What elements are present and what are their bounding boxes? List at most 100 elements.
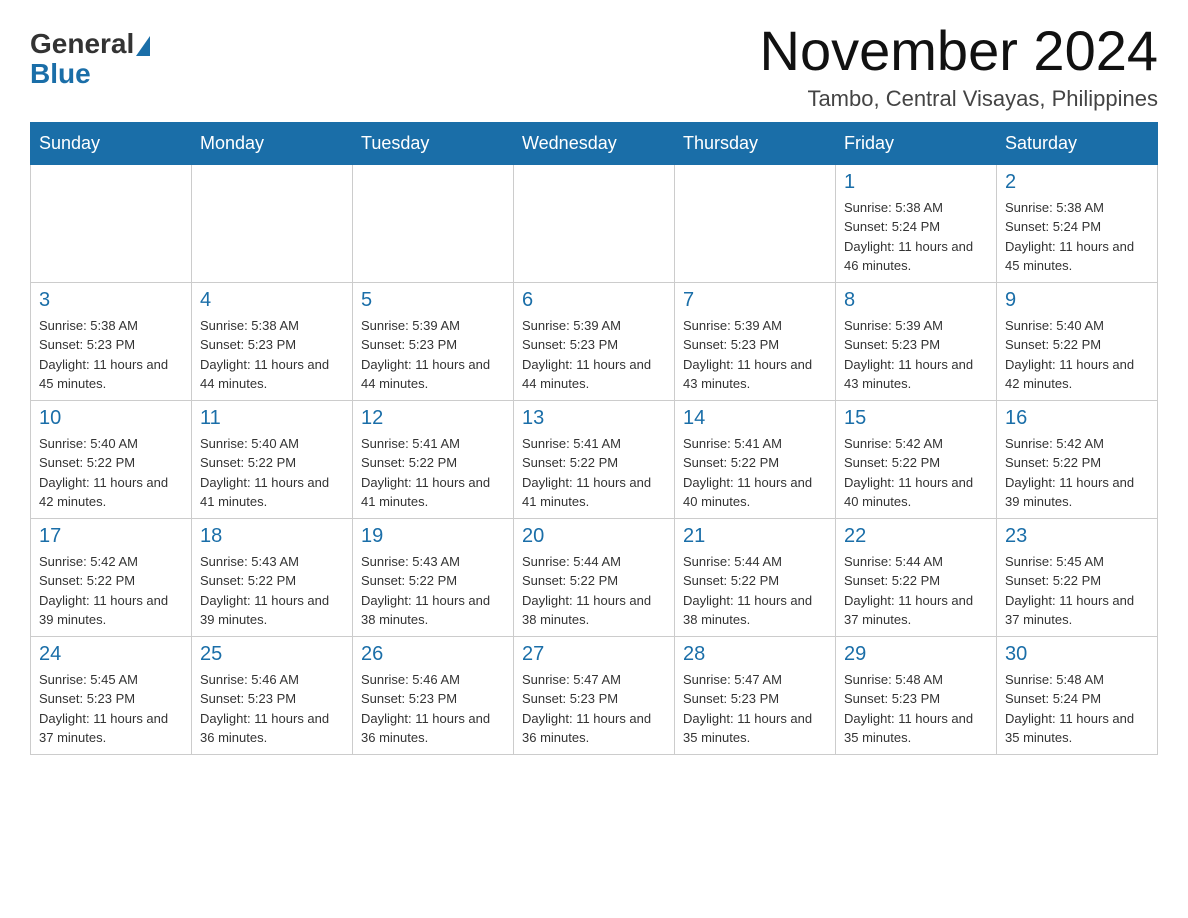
calendar-day-cell: 10 Sunrise: 5:40 AMSunset: 5:22 PMDayligh… [31,400,192,518]
calendar-day-cell: 18 Sunrise: 5:43 AMSunset: 5:22 PMDayligh… [192,518,353,636]
day-info: Sunrise: 5:46 AMSunset: 5:23 PMDaylight:… [361,670,505,748]
day-info: Sunrise: 5:41 AMSunset: 5:22 PMDaylight:… [683,434,827,512]
day-info: Sunrise: 5:45 AMSunset: 5:22 PMDaylight:… [1005,552,1149,630]
logo: General Blue [30,30,152,90]
calendar-day-cell: 20 Sunrise: 5:44 AMSunset: 5:22 PMDayligh… [514,518,675,636]
day-number: 8 [844,289,988,312]
day-number: 6 [522,289,666,312]
calendar-day-cell: 11Sunrise: 5:40 AMSunset: 5:22 PMDayligh… [192,400,353,518]
calendar-day-header: Tuesday [353,122,514,164]
calendar-week-row: 17Sunrise: 5:42 AMSunset: 5:22 PMDayligh… [31,518,1158,636]
calendar-day-cell: 22Sunrise: 5:44 AMSunset: 5:22 PMDayligh… [836,518,997,636]
day-number: 11 [200,407,344,430]
day-info: Sunrise: 5:47 AMSunset: 5:23 PMDaylight:… [522,670,666,748]
day-info: Sunrise: 5:43 AMSunset: 5:22 PMDaylight:… [361,552,505,630]
calendar-week-row: 3 Sunrise: 5:38 AMSunset: 5:23 PMDaylight… [31,282,1158,400]
calendar-day-cell: 25 Sunrise: 5:46 AMSunset: 5:23 PMDayligh… [192,636,353,754]
calendar-day-header: Monday [192,122,353,164]
calendar-day-header: Wednesday [514,122,675,164]
day-number: 15 [844,407,988,430]
calendar-week-row: 1 Sunrise: 5:38 AMSunset: 5:24 PMDaylight… [31,164,1158,282]
calendar-day-cell: 15Sunrise: 5:42 AMSunset: 5:22 PMDayligh… [836,400,997,518]
day-info: Sunrise: 5:39 AMSunset: 5:23 PMDaylight:… [844,316,988,394]
day-info: Sunrise: 5:47 AMSunset: 5:23 PMDaylight:… [683,670,827,748]
day-number: 25 [200,643,344,666]
day-number: 13 [522,407,666,430]
page-header: General Blue November 2024 Tambo, Centra… [30,20,1158,112]
calendar-day-cell: 28Sunrise: 5:47 AMSunset: 5:23 PMDayligh… [675,636,836,754]
day-number: 23 [1005,525,1149,548]
day-number: 29 [844,643,988,666]
day-number: 4 [200,289,344,312]
day-number: 16 [1005,407,1149,430]
calendar-day-cell [514,164,675,282]
day-number: 5 [361,289,505,312]
calendar-day-cell: 26 Sunrise: 5:46 AMSunset: 5:23 PMDayligh… [353,636,514,754]
day-info: Sunrise: 5:40 AMSunset: 5:22 PMDaylight:… [39,434,183,512]
calendar-day-cell: 30 Sunrise: 5:48 AMSunset: 5:24 PMDayligh… [997,636,1158,754]
day-number: 30 [1005,643,1149,666]
calendar-day-header: Saturday [997,122,1158,164]
calendar-day-cell: 9Sunrise: 5:40 AMSunset: 5:22 PMDaylight… [997,282,1158,400]
calendar-day-cell: 7 Sunrise: 5:39 AMSunset: 5:23 PMDaylight… [675,282,836,400]
calendar-day-cell: 29Sunrise: 5:48 AMSunset: 5:23 PMDayligh… [836,636,997,754]
calendar-day-cell: 1 Sunrise: 5:38 AMSunset: 5:24 PMDaylight… [836,164,997,282]
calendar-day-cell: 17Sunrise: 5:42 AMSunset: 5:22 PMDayligh… [31,518,192,636]
calendar-day-cell: 24Sunrise: 5:45 AMSunset: 5:23 PMDayligh… [31,636,192,754]
calendar-day-cell: 12Sunrise: 5:41 AMSunset: 5:22 PMDayligh… [353,400,514,518]
day-info: Sunrise: 5:38 AMSunset: 5:24 PMDaylight:… [1005,198,1149,276]
calendar-day-cell: 19 Sunrise: 5:43 AMSunset: 5:22 PMDayligh… [353,518,514,636]
day-info: Sunrise: 5:39 AMSunset: 5:23 PMDaylight:… [683,316,827,394]
calendar-day-cell [31,164,192,282]
calendar-day-header: Friday [836,122,997,164]
day-number: 7 [683,289,827,312]
day-info: Sunrise: 5:44 AMSunset: 5:22 PMDaylight:… [844,552,988,630]
day-info: Sunrise: 5:41 AMSunset: 5:22 PMDaylight:… [522,434,666,512]
calendar-day-cell [353,164,514,282]
day-number: 3 [39,289,183,312]
day-number: 18 [200,525,344,548]
day-info: Sunrise: 5:45 AMSunset: 5:23 PMDaylight:… [39,670,183,748]
day-number: 14 [683,407,827,430]
calendar-day-cell: 16 Sunrise: 5:42 AMSunset: 5:22 PMDayligh… [997,400,1158,518]
calendar-day-cell: 14 Sunrise: 5:41 AMSunset: 5:22 PMDayligh… [675,400,836,518]
day-info: Sunrise: 5:38 AMSunset: 5:23 PMDaylight:… [200,316,344,394]
month-title: November 2024 [760,20,1158,82]
calendar-header-row: SundayMondayTuesdayWednesdayThursdayFrid… [31,122,1158,164]
calendar-day-header: Thursday [675,122,836,164]
calendar-header: SundayMondayTuesdayWednesdayThursdayFrid… [31,122,1158,164]
logo-general-text: General [30,30,134,58]
calendar-day-cell: 5 Sunrise: 5:39 AMSunset: 5:23 PMDaylight… [353,282,514,400]
calendar-day-cell: 6 Sunrise: 5:39 AMSunset: 5:23 PMDaylight… [514,282,675,400]
day-info: Sunrise: 5:46 AMSunset: 5:23 PMDaylight:… [200,670,344,748]
title-section: November 2024 Tambo, Central Visayas, Ph… [760,20,1158,112]
day-number: 20 [522,525,666,548]
calendar-day-cell: 3 Sunrise: 5:38 AMSunset: 5:23 PMDaylight… [31,282,192,400]
day-number: 2 [1005,171,1149,194]
day-number: 17 [39,525,183,548]
calendar-day-cell [675,164,836,282]
calendar-day-cell: 8 Sunrise: 5:39 AMSunset: 5:23 PMDaylight… [836,282,997,400]
day-info: Sunrise: 5:43 AMSunset: 5:22 PMDaylight:… [200,552,344,630]
day-info: Sunrise: 5:39 AMSunset: 5:23 PMDaylight:… [522,316,666,394]
day-info: Sunrise: 5:42 AMSunset: 5:22 PMDaylight:… [1005,434,1149,512]
day-number: 1 [844,171,988,194]
day-number: 27 [522,643,666,666]
day-number: 9 [1005,289,1149,312]
calendar-day-cell [192,164,353,282]
calendar-day-cell: 2 Sunrise: 5:38 AMSunset: 5:24 PMDaylight… [997,164,1158,282]
day-number: 26 [361,643,505,666]
day-number: 21 [683,525,827,548]
day-info: Sunrise: 5:39 AMSunset: 5:23 PMDaylight:… [361,316,505,394]
day-info: Sunrise: 5:44 AMSunset: 5:22 PMDaylight:… [522,552,666,630]
calendar-day-cell: 23 Sunrise: 5:45 AMSunset: 5:22 PMDayligh… [997,518,1158,636]
calendar-table: SundayMondayTuesdayWednesdayThursdayFrid… [30,122,1158,755]
day-info: Sunrise: 5:38 AMSunset: 5:23 PMDaylight:… [39,316,183,394]
day-number: 10 [39,407,183,430]
location-subtitle: Tambo, Central Visayas, Philippines [760,86,1158,112]
day-number: 19 [361,525,505,548]
day-info: Sunrise: 5:48 AMSunset: 5:24 PMDaylight:… [1005,670,1149,748]
day-info: Sunrise: 5:38 AMSunset: 5:24 PMDaylight:… [844,198,988,276]
calendar-body: 1 Sunrise: 5:38 AMSunset: 5:24 PMDaylight… [31,164,1158,754]
logo-blue-text: Blue [30,58,91,90]
